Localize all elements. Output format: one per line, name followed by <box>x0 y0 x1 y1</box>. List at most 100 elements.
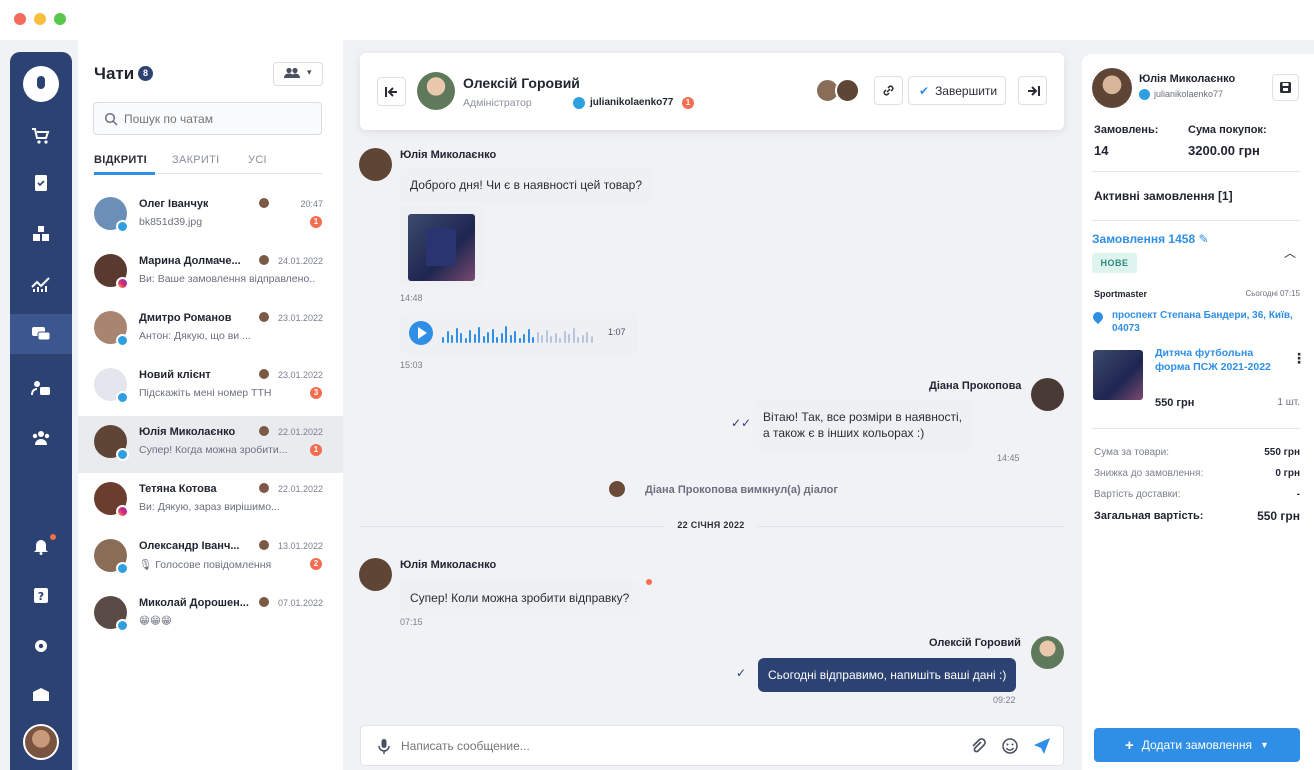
last-message-time: 22.01.2022 <box>278 484 324 494</box>
analytics-icon <box>31 277 50 292</box>
last-message-preview: 😁😁😁 <box>139 615 172 627</box>
chat-count-badge: 8 <box>138 66 153 81</box>
order-link[interactable]: Замовлення 1458 ✎ <box>1092 232 1209 246</box>
nav-support[interactable] <box>10 368 72 408</box>
nav-analytics[interactable] <box>10 264 72 304</box>
last-message-time: 23.01.2022 <box>278 313 324 323</box>
message-time: 14:45 <box>997 453 1020 463</box>
waveform-bar <box>559 338 561 343</box>
nav-notifications[interactable] <box>10 526 72 566</box>
conversation-header: Олексій Горовий Адміністратор julianikol… <box>360 53 1064 130</box>
nav-settings[interactable] <box>10 626 72 666</box>
telegram-icon <box>116 562 129 575</box>
discount-value: 0 грн <box>1275 468 1300 479</box>
add-order-button[interactable]: + Додати замовлення ▼ <box>1094 728 1300 762</box>
user-avatar[interactable] <box>23 724 59 760</box>
operator-role: Адміністратор <box>463 97 532 109</box>
product-thumbnail <box>1093 350 1143 400</box>
operator-avatar <box>1031 636 1064 669</box>
chat-list-item[interactable]: Марина Долмаче... 24.01.2022 Ви: Ваше замо… <box>78 245 343 302</box>
unread-badge: 3 <box>310 387 322 399</box>
product-name[interactable]: Дитяча футбольна форма ПСЖ 2021-2022 <box>1155 347 1280 374</box>
waveform-bar <box>568 334 570 343</box>
client-info-panel: Юлія Миколаєнко julianikolaenko77 Замовл… <box>1082 54 1314 770</box>
contact-name: Дмитро Романов <box>139 312 232 324</box>
tab-all[interactable]: УСІ <box>248 154 267 166</box>
assignee-avatar <box>259 483 269 493</box>
chat-list-item[interactable]: Олег Іванчук 20:47 bk851d39.jpg 1 <box>78 188 343 245</box>
chat-list-item[interactable]: Тетяна Котова 22.01.2022 Ви: Дякую, зараз … <box>78 473 343 530</box>
message-bubble: Супер! Коли можна зробити відправку? <box>400 581 640 616</box>
nav-orders[interactable] <box>10 162 72 202</box>
paperclip-icon[interactable] <box>969 737 987 755</box>
waveform-bar <box>460 333 462 343</box>
chat-list-item[interactable]: Новий клієнт 23.01.2022 Підскажіть мені но… <box>78 359 343 416</box>
product-quantity: 1 шт. <box>1277 397 1300 408</box>
active-tab-indicator <box>94 172 155 175</box>
collapse-left-button[interactable] <box>377 77 406 106</box>
message-input[interactable] <box>401 737 941 755</box>
more-options-icon[interactable]: ⋮ <box>1292 350 1306 367</box>
message-bubble: Сьогодні відправимо, напишіть ваші дані … <box>758 658 1017 693</box>
clipboard-icon <box>35 175 47 191</box>
finish-chat-button[interactable]: ✔ Завершити <box>908 76 1006 105</box>
waveform-bar <box>487 332 489 343</box>
chat-search[interactable] <box>93 102 322 135</box>
delivery-cost-label: Вартість доставки: <box>1094 489 1181 500</box>
chevron-up-icon[interactable]: ︿ <box>1284 244 1296 261</box>
order-time: Сьогодні 07:15 <box>1245 289 1300 298</box>
assignee-avatar <box>259 540 269 550</box>
assignee-avatar <box>259 255 269 265</box>
image-attachment[interactable] <box>400 206 483 287</box>
send-icon[interactable] <box>1033 737 1051 755</box>
delivery-address[interactable]: проспект Степана Бандери, 36, Київ, 0407… <box>1112 309 1300 335</box>
collapse-right-button[interactable] <box>1018 76 1047 105</box>
minimize-window-button[interactable] <box>34 13 46 25</box>
play-button[interactable] <box>409 321 433 345</box>
unread-badge: 2 <box>310 558 322 570</box>
settings-icon <box>35 640 47 652</box>
nav-warehouse[interactable] <box>10 214 72 254</box>
microphone-icon[interactable] <box>375 737 393 755</box>
product-photo <box>408 214 475 281</box>
nav-users[interactable] <box>10 418 72 458</box>
edit-icon: ✎ <box>1198 232 1209 246</box>
nav-chats[interactable] <box>10 314 72 354</box>
maximize-window-button[interactable] <box>54 13 66 25</box>
tab-closed[interactable]: ЗАКРИТІ <box>172 154 220 166</box>
waveform-bar <box>509 335 512 343</box>
message-sender: Олексій Горовий <box>929 637 1021 649</box>
last-message-preview: Ви: Дякую, зараз вирішимо... <box>139 501 280 513</box>
assignee-filter-dropdown[interactable]: ▾ <box>273 62 323 86</box>
telegram-icon <box>116 619 129 632</box>
search-input[interactable] <box>124 109 314 129</box>
assignee-avatar <box>259 597 269 607</box>
chevron-down-icon: ▾ <box>307 67 312 77</box>
last-message-preview: Підскажіть мені номер ТТН <box>139 387 272 399</box>
finish-label: Завершити <box>935 84 998 98</box>
voice-waveform[interactable] <box>442 325 602 343</box>
nav-cart[interactable] <box>10 116 72 156</box>
waveform-bar <box>442 337 444 343</box>
waveform-bar <box>590 336 593 343</box>
check-icon: ✔ <box>919 84 930 98</box>
client-handle: julianikolaenko77 <box>1154 89 1224 99</box>
chat-list-item[interactable]: Юлія Миколаєнко 22.01.2022 Супер! Когда мо… <box>78 416 343 473</box>
chat-list-item[interactable]: Олександр Іванч... 13.01.2022 🎙 Голосове п… <box>78 530 343 587</box>
app-logo[interactable] <box>23 66 59 102</box>
waveform-bar <box>536 332 539 343</box>
tab-open[interactable]: ВІДКРИТІ <box>94 154 147 166</box>
contact-name: Миколай Дорошен... <box>139 597 249 609</box>
voice-message: 1:07 <box>400 313 638 354</box>
close-window-button[interactable] <box>14 13 26 25</box>
chat-list-item[interactable]: Дмитро Романов 23.01.2022 Антон: Дякую, що… <box>78 302 343 359</box>
chat-list-item[interactable]: Миколай Дорошен... 07.01.2022 😁😁😁 <box>78 587 343 644</box>
save-icon <box>1280 82 1291 93</box>
emoji-icon[interactable] <box>1001 737 1019 755</box>
nav-help[interactable]: ? <box>10 576 72 616</box>
save-button[interactable] <box>1272 74 1299 101</box>
nav-delivery[interactable] <box>10 674 72 714</box>
copy-link-button[interactable] <box>874 76 903 105</box>
contact-name: Олександр Іванч... <box>139 540 240 552</box>
discount-label: Знижка до замовлення: <box>1094 468 1204 479</box>
